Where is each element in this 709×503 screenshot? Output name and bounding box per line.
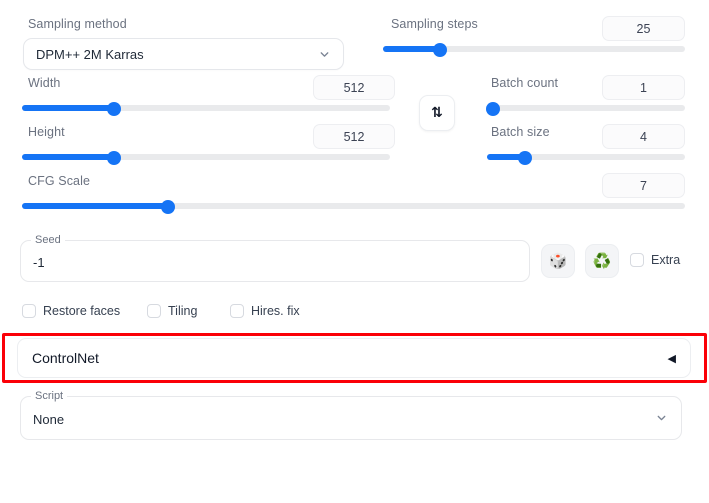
script-dropdown[interactable]: Script None <box>20 390 682 440</box>
checkbox-box[interactable] <box>630 253 644 267</box>
slider-thumb[interactable] <box>433 43 448 57</box>
width-value[interactable]: 512 <box>313 75 395 100</box>
sampling-steps-label: Sampling steps <box>391 17 478 31</box>
cfg-scale-value[interactable]: 7 <box>602 173 685 198</box>
slider-fill <box>22 154 114 160</box>
slider-thumb[interactable] <box>160 200 175 214</box>
slider-thumb[interactable] <box>107 102 121 116</box>
slider-fill <box>22 203 168 209</box>
extra-seed-label: Extra <box>651 253 681 267</box>
checkbox-box[interactable] <box>22 304 36 318</box>
extra-seed-checkbox[interactable]: Extra <box>630 253 680 267</box>
restore-faces-checkbox[interactable]: Restore faces <box>22 304 120 318</box>
batch-count-label: Batch count <box>491 76 559 90</box>
width-slider[interactable] <box>22 102 390 116</box>
sampling-steps-slider[interactable] <box>383 43 685 57</box>
swap-dimensions-button[interactable]: ⇅ <box>419 95 455 131</box>
width-label: Width <box>28 76 61 90</box>
tiling-label: Tiling <box>168 304 198 318</box>
cfg-scale-slider[interactable] <box>22 200 685 214</box>
cfg-scale-label: CFG Scale <box>28 174 91 188</box>
controlnet-title: ControlNet <box>32 350 99 366</box>
tiling-checkbox[interactable]: Tiling <box>147 304 197 318</box>
sampling-method-dropdown[interactable]: DPM++ 2M Karras <box>23 38 344 70</box>
batch-size-slider[interactable] <box>487 151 685 165</box>
hires-fix-label: Hires. fix <box>251 304 300 318</box>
recycle-icon: ♻️ <box>592 252 612 270</box>
chevron-down-icon <box>318 48 331 61</box>
random-seed-button[interactable]: 🎲 <box>541 244 575 278</box>
slider-fill <box>383 46 441 52</box>
seed-input[interactable]: Seed -1 <box>20 234 530 282</box>
sampling-steps-value[interactable]: 25 <box>602 16 685 41</box>
txt2img-parameters-panel: Sampling method DPM++ 2M Karras Sampling… <box>0 0 709 503</box>
height-value[interactable]: 512 <box>313 124 395 149</box>
checkbox-box[interactable] <box>147 304 161 318</box>
sampling-method-label: Sampling method <box>28 17 127 31</box>
controlnet-accordion-header[interactable]: ControlNet ◀ <box>17 338 691 378</box>
checkbox-box[interactable] <box>230 304 244 318</box>
script-value: None <box>33 412 65 427</box>
batch-size-label: Batch size <box>491 125 550 139</box>
script-label: Script <box>31 390 68 402</box>
slider-fill <box>22 105 114 111</box>
slider-thumb[interactable] <box>107 151 121 165</box>
batch-count-value[interactable]: 1 <box>602 75 685 100</box>
seed-value: -1 <box>33 255 45 270</box>
seed-label: Seed <box>31 234 65 246</box>
height-label: Height <box>28 125 65 139</box>
hires-fix-checkbox[interactable]: Hires. fix <box>230 304 300 318</box>
triangle-left-icon[interactable]: ◀ <box>668 352 676 365</box>
batch-size-value[interactable]: 4 <box>602 124 685 149</box>
swap-arrows-icon: ⇅ <box>431 105 443 121</box>
slider-track <box>487 105 685 111</box>
dice-icon: 🎲 <box>548 252 568 270</box>
reuse-seed-button[interactable]: ♻️ <box>585 244 619 278</box>
height-slider[interactable] <box>22 151 390 165</box>
sampling-method-value: DPM++ 2M Karras <box>36 46 144 62</box>
batch-count-slider[interactable] <box>485 102 685 116</box>
restore-faces-label: Restore faces <box>43 304 121 318</box>
chevron-down-icon <box>655 412 668 425</box>
slider-thumb[interactable] <box>485 102 500 116</box>
slider-thumb[interactable] <box>517 151 532 165</box>
